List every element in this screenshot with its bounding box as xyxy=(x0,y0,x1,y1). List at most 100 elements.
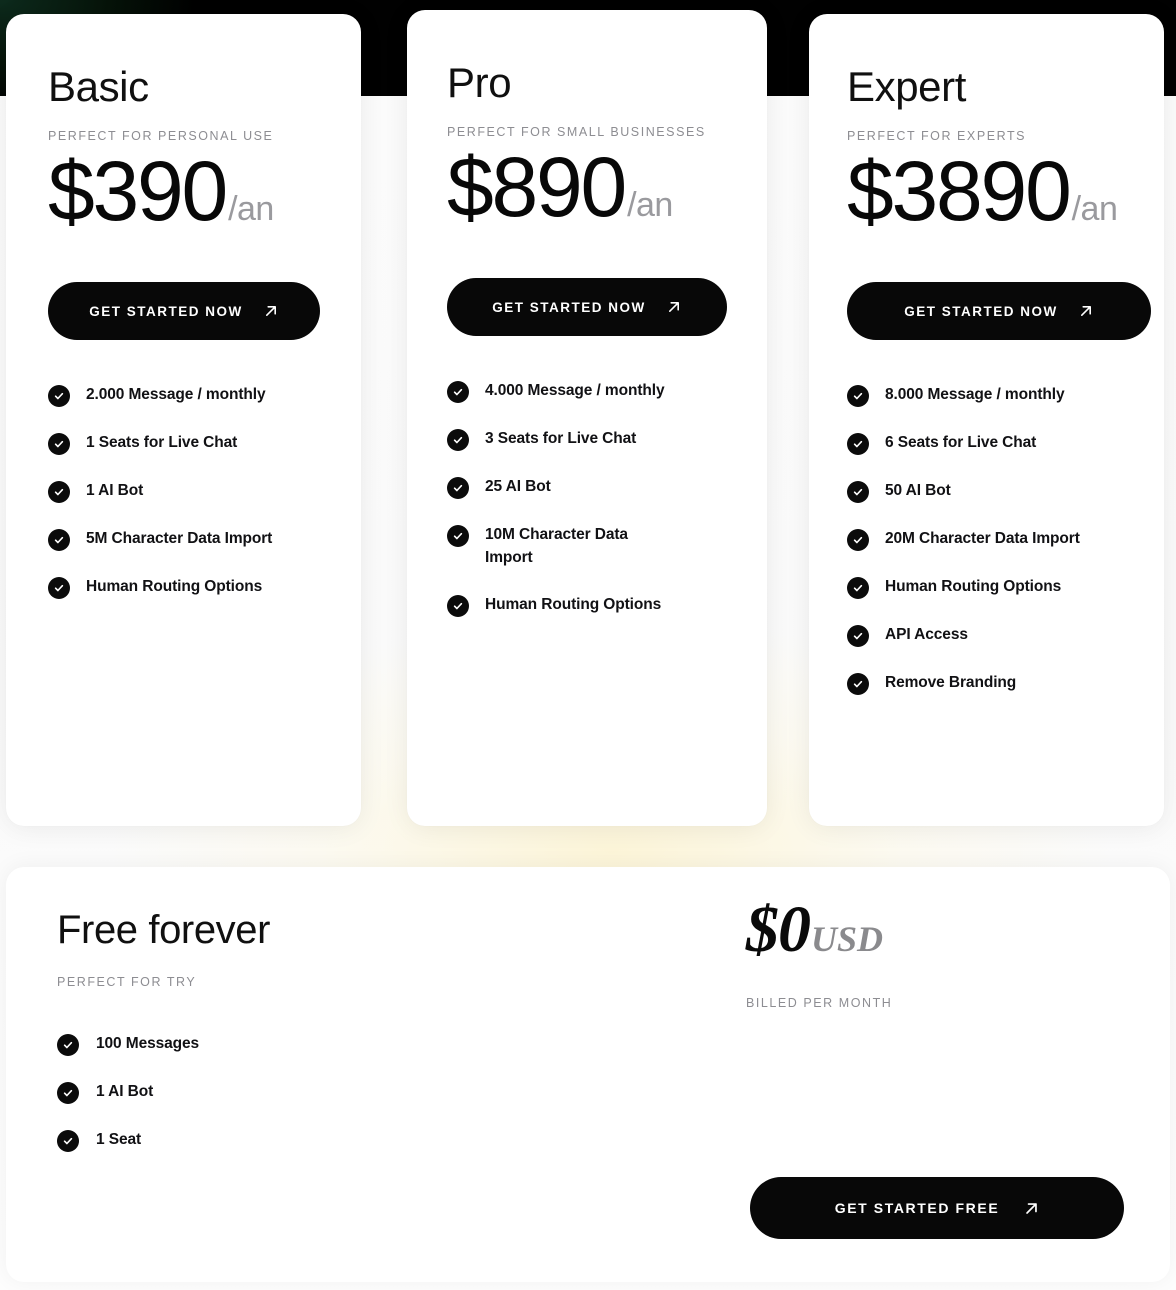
feature-item: 1 Seats for Live Chat xyxy=(48,432,319,456)
check-icon xyxy=(447,594,469,617)
check-icon xyxy=(847,577,869,600)
check-icon xyxy=(847,385,869,408)
feature-label: 20M Character Data Import xyxy=(885,530,1080,548)
feature-item: Human Routing Options xyxy=(447,594,725,617)
feature-label: 2.000 Message / monthly xyxy=(86,386,266,404)
feature-label: 4.000 Message / monthly xyxy=(485,382,665,400)
check-icon xyxy=(447,429,469,452)
free-plan-price-block: $0 USD BILLED PER MONTH xyxy=(746,897,1146,1011)
feature-label: 8.000 Message / monthly xyxy=(885,386,1065,404)
feature-item: 1 Seat xyxy=(57,1129,270,1152)
arrow-up-right-icon xyxy=(666,299,682,315)
features-list: 8.000 Message / monthly 6 Seats for Live… xyxy=(847,384,1122,696)
plan-tagline: PERFECT FOR SMALL BUSINESSES xyxy=(447,125,706,139)
feature-item: 8.000 Message / monthly xyxy=(847,384,1122,408)
feature-label: 1 AI Bot xyxy=(86,482,144,500)
check-icon xyxy=(48,529,70,552)
features-list: 2.000 Message / monthly 1 Seats for Live… xyxy=(48,384,319,600)
get-started-free-label: GET STARTED FREE xyxy=(834,1200,1000,1216)
plan-name: Basic xyxy=(48,63,149,110)
feature-label: 1 Seats for Live Chat xyxy=(86,434,238,452)
feature-item: 1 AI Bot xyxy=(48,480,319,504)
check-icon xyxy=(57,1034,79,1056)
feature-item: 4.000 Message / monthly xyxy=(447,380,725,404)
pricing-page: Basic PERFECT FOR PERSONAL USE $390 /an … xyxy=(0,0,1176,1290)
free-price-currency: USD xyxy=(811,919,884,959)
plan-tagline: PERFECT FOR EXPERTS xyxy=(847,129,1027,143)
plan-price-period: /an xyxy=(627,186,673,224)
plan-name: Expert xyxy=(847,63,966,110)
plan-price: $390 xyxy=(48,144,228,238)
feature-label: 5M Character Data Import xyxy=(86,530,273,548)
free-plan-name: Free forever xyxy=(57,908,271,952)
check-icon xyxy=(57,1130,79,1152)
check-icon xyxy=(48,577,70,600)
feature-label: 25 AI Bot xyxy=(485,478,551,496)
free-forever-card: Free forever PERFECT FOR TRY 100 Message… xyxy=(6,867,1170,1282)
check-icon xyxy=(847,433,869,456)
feature-item: 10M Character Data Import xyxy=(447,524,725,569)
feature-label: 10M Character Data Import xyxy=(485,526,628,566)
pricing-card-basic: Basic PERFECT FOR PERSONAL USE $390 /an … xyxy=(6,14,361,826)
check-icon xyxy=(57,1082,79,1104)
feature-label: 100 Messages xyxy=(96,1035,200,1053)
feature-item: 50 AI Bot xyxy=(847,480,1122,504)
plan-price-period: /an xyxy=(1071,190,1118,228)
check-icon xyxy=(447,381,469,404)
feature-label: 50 AI Bot xyxy=(885,482,951,500)
free-price: $0 xyxy=(746,893,811,966)
check-icon xyxy=(48,481,70,504)
plan-price: $3890 xyxy=(847,144,1072,238)
feature-label: Human Routing Options xyxy=(885,578,1062,596)
check-icon xyxy=(447,477,469,500)
feature-item: 20M Character Data Import xyxy=(847,528,1122,552)
feature-item: 100 Messages xyxy=(57,1033,270,1056)
get-started-button[interactable]: GET STARTED NOW xyxy=(847,282,1151,341)
feature-label: 3 Seats for Live Chat xyxy=(485,430,637,448)
get-started-label: GET STARTED NOW xyxy=(904,303,1058,319)
plan-price-row: $390 /an xyxy=(48,144,319,238)
arrow-up-right-icon xyxy=(1078,303,1094,319)
feature-item: 3 Seats for Live Chat xyxy=(447,428,725,452)
check-icon xyxy=(847,625,869,648)
feature-item: Human Routing Options xyxy=(48,576,319,600)
plan-tagline: PERFECT FOR PERSONAL USE xyxy=(48,129,274,143)
free-price-row: $0 USD xyxy=(746,897,1146,963)
plan-name: Pro xyxy=(447,59,512,106)
feature-label: Remove Branding xyxy=(885,674,1017,692)
features-list: 4.000 Message / monthly 3 Seats for Live… xyxy=(447,380,725,617)
feature-label: API Access xyxy=(885,626,968,644)
check-icon xyxy=(447,525,469,548)
feature-item: 1 AI Bot xyxy=(57,1081,270,1104)
feature-label: Human Routing Options xyxy=(86,578,263,596)
check-icon xyxy=(847,529,869,552)
get-started-free-button[interactable]: GET STARTED FREE xyxy=(750,1177,1124,1239)
plan-price: $890 xyxy=(447,140,627,234)
get-started-button[interactable]: GET STARTED NOW xyxy=(447,278,727,337)
plan-price-row: $890 /an xyxy=(447,140,725,234)
get-started-label: GET STARTED NOW xyxy=(492,299,646,315)
check-icon xyxy=(48,433,70,456)
arrow-up-right-icon xyxy=(263,303,279,319)
arrow-up-right-icon xyxy=(1023,1200,1039,1216)
pricing-card-pro: Pro PERFECT FOR SMALL BUSINESSES $890 /a… xyxy=(407,10,767,826)
feature-item: 5M Character Data Import xyxy=(48,528,319,552)
pricing-cards-row: Basic PERFECT FOR PERSONAL USE $390 /an … xyxy=(0,0,1176,830)
feature-item: 6 Seats for Live Chat xyxy=(847,432,1122,456)
pricing-card-expert: Expert PERFECT FOR EXPERTS $3890 /an GET… xyxy=(809,14,1164,826)
free-plan-tagline: PERFECT FOR TRY xyxy=(57,975,197,989)
feature-label: 1 Seat xyxy=(96,1131,142,1149)
feature-item: 2.000 Message / monthly xyxy=(48,384,319,408)
feature-item: API Access xyxy=(847,624,1122,648)
get-started-button[interactable]: GET STARTED NOW xyxy=(48,282,320,341)
plan-price-row: $3890 /an xyxy=(847,144,1122,238)
free-cta-wrapper: GET STARTED FREE xyxy=(750,1177,1124,1239)
plan-price-period: /an xyxy=(228,190,274,228)
feature-item: 25 AI Bot xyxy=(447,476,725,500)
free-features-list: 100 Messages 1 AI Bot 1 Seat xyxy=(57,1033,270,1152)
feature-label: 6 Seats for Live Chat xyxy=(885,434,1037,452)
feature-label: Human Routing Options xyxy=(485,595,662,613)
check-icon xyxy=(847,481,869,504)
check-icon xyxy=(48,385,70,408)
feature-item: Remove Branding xyxy=(847,672,1122,696)
